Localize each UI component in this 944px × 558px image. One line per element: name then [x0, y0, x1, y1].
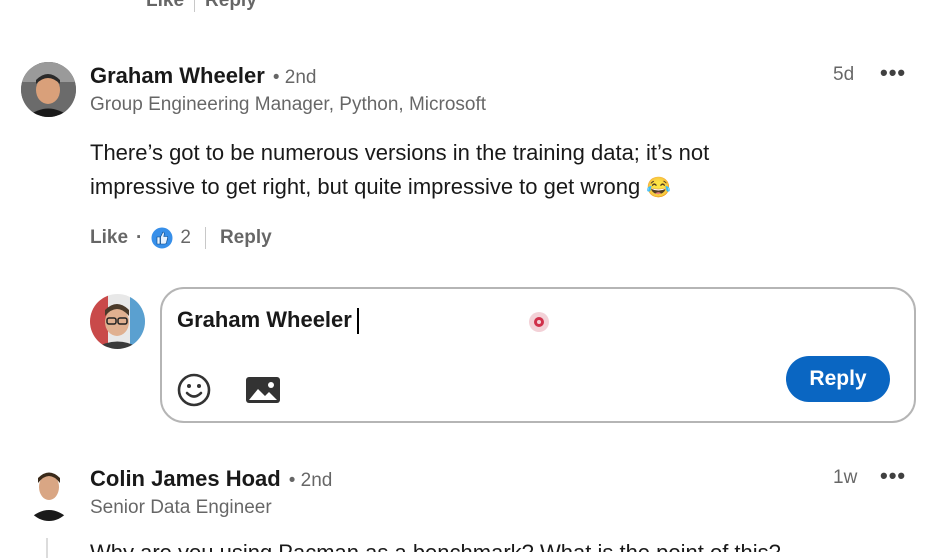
thread-line: [46, 538, 48, 558]
reply-input[interactable]: Graham Wheeler: [177, 307, 359, 335]
reply-button[interactable]: Reply: [205, 0, 257, 12]
comment-text: There’s got to be numerous versions in t…: [90, 136, 850, 205]
separator: [194, 0, 196, 12]
avatar[interactable]: [24, 465, 74, 521]
comment-text-line: There’s got to be numerous versions in t…: [90, 140, 710, 165]
comment-author-line: Colin James Hoad • 2nd: [90, 466, 332, 492]
separator: [204, 227, 206, 249]
comment-timestamp: 5d: [833, 64, 855, 85]
reply-submit-button[interactable]: Reply: [786, 356, 890, 402]
like-button[interactable]: Like: [146, 0, 184, 12]
comment-author-line: Graham Wheeler • 2nd: [90, 63, 316, 89]
connection-degree: • 2nd: [288, 470, 333, 491]
author-name[interactable]: Graham Wheeler: [90, 63, 265, 89]
text-cursor: [356, 308, 359, 335]
author-name[interactable]: Colin James Hoad: [90, 466, 281, 492]
comment-actions: Like · 2 Reply: [90, 226, 272, 250]
thumbs-up-reaction-icon[interactable]: [150, 226, 174, 250]
comment-timestamp: 1w: [833, 467, 858, 488]
reply-button[interactable]: Reply: [220, 227, 272, 249]
record-indicator: [529, 312, 549, 332]
author-headline: Senior Data Engineer: [90, 497, 272, 518]
emoji-icon[interactable]: [176, 372, 212, 408]
reaction-count[interactable]: 2: [180, 227, 191, 249]
image-icon[interactable]: [244, 374, 282, 406]
overflow-menu-icon[interactable]: •••: [880, 60, 906, 86]
comment-text-line: impressive to get right, but quite impre…: [90, 174, 672, 199]
like-button[interactable]: Like: [90, 227, 128, 249]
overflow-menu-icon[interactable]: •••: [880, 463, 906, 489]
previous-comment-actions: Like Reply: [146, 0, 257, 12]
mention-tag: Graham Wheeler: [177, 307, 352, 332]
current-user-avatar: [90, 294, 145, 349]
comment-text: Why are you using Pacman as a benchmark?…: [90, 536, 850, 552]
laughing-emoji-icon: 😂: [646, 177, 672, 199]
author-headline: Group Engineering Manager, Python, Micro…: [90, 94, 487, 115]
avatar[interactable]: [21, 62, 76, 117]
comment-text-line: Why are you using Pacman as a benchmark?…: [90, 536, 850, 552]
connection-degree: • 2nd: [272, 67, 317, 88]
dot-separator: ·: [136, 227, 143, 248]
